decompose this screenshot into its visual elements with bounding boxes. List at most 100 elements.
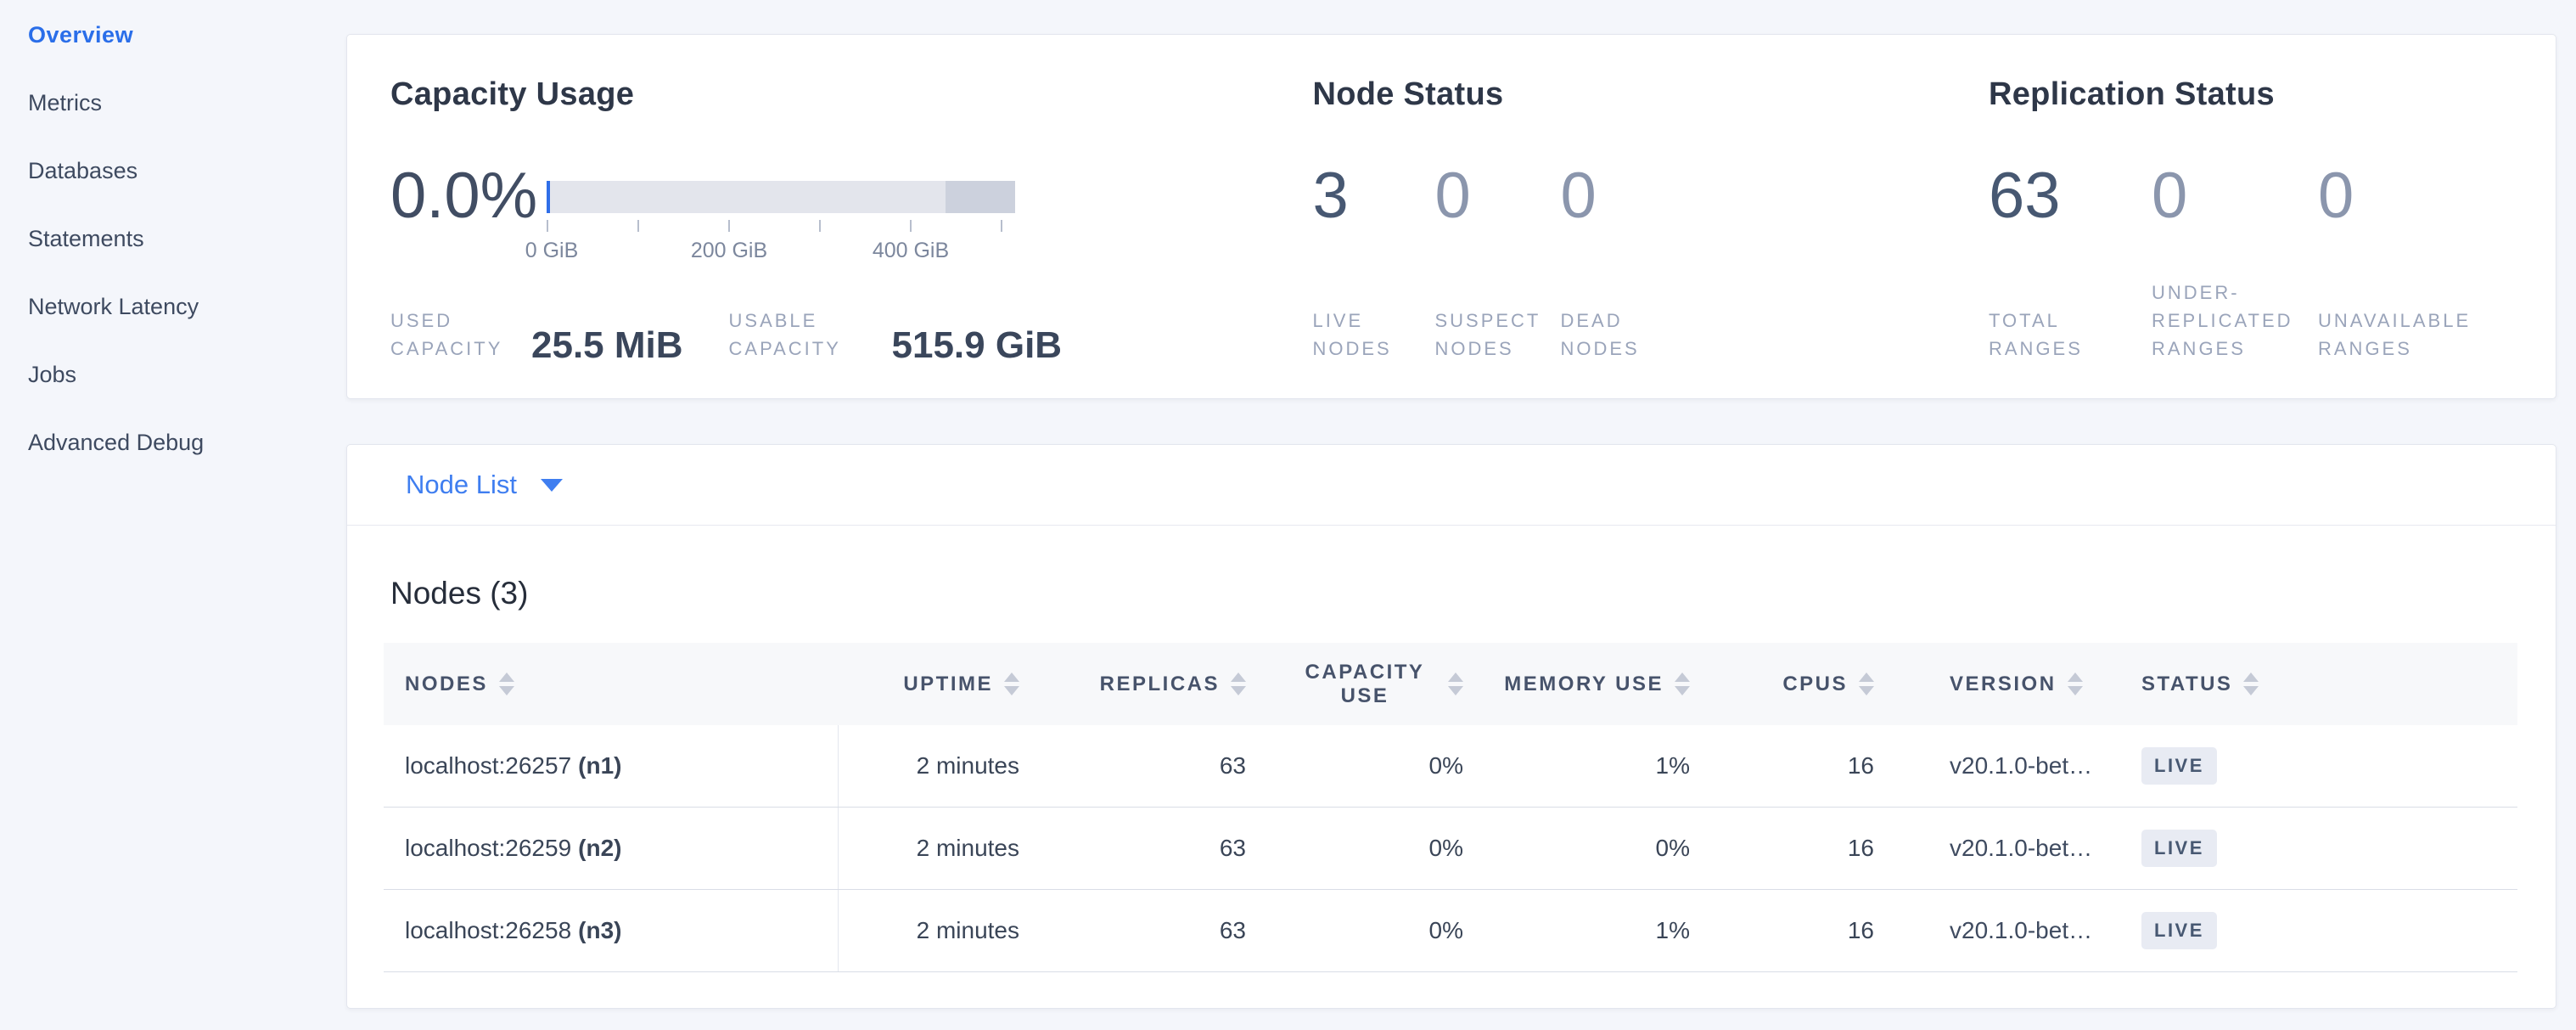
stat-value: 3 [1312,166,1434,227]
column-header-memory-use[interactable]: MEMORY USE [1463,643,1690,725]
stat-label: UNDER-REPLICATED RANGES [2152,279,2318,363]
table-row: localhost:26257 (n1) 2 minutes 63 0% 1% … [384,725,2517,808]
column-label: REPLICAS [1100,673,1220,696]
sidebar-nav: Overview Metrics Databases Statements Ne… [0,0,340,1030]
dead-nodes-stat: 0 DEAD NODES [1560,166,1696,363]
replicas-cell: 63 [1019,725,1246,807]
stat-label: DEAD NODES [1560,307,1696,363]
node-address: localhost:26258 [405,917,571,944]
cpus-cell: 16 [1690,808,1874,889]
nodes-heading: Nodes (3) [390,575,2517,612]
capacity-percent-value: 0.0% [390,166,547,227]
node-id: (n1) [578,752,621,780]
node-list-card: Node List Nodes (3) NODES UPTIME [346,444,2556,1009]
capacity-bar-chart: 0 GiB 200 GiB 400 GiB [547,181,1015,264]
node-address-cell[interactable]: localhost:26258 (n3) [384,890,839,971]
node-status-section: Node Status 3 LIVE NODES 0 SUSPECT NODES… [1312,74,1989,398]
usable-capacity-label: USABLE CAPACITY [729,307,880,363]
capacity-bar-track [547,181,1015,213]
stat-label: LIVE NODES [1312,307,1434,363]
version-cell: v20.1.0-bet… [1874,808,2078,889]
usable-capacity-value: 515.9 GiB [892,329,1063,363]
used-capacity-label: USED CAPACITY [390,307,519,363]
nodes-table: NODES UPTIME REPLICAS CAPACITY USE [384,643,2517,972]
status-badge: LIVE [2141,912,2217,949]
stat-value: 0 [2152,166,2318,227]
axis-tick [637,220,639,232]
column-header-uptime[interactable]: UPTIME [839,643,1019,725]
axis-tick-label: 400 GiB [873,239,949,263]
sidebar-item-statements[interactable]: Statements [28,228,340,250]
total-ranges-stat: 63 TOTAL RANGES [1989,166,2152,363]
capacity-usage-section: Capacity Usage 0.0% [390,74,1312,398]
column-label: NODES [405,673,488,696]
column-label: MEMORY USE [1504,673,1664,696]
sidebar-item-advanced-debug[interactable]: Advanced Debug [28,431,340,454]
used-capacity-value: 25.5 MiB [531,329,683,363]
cpus-cell: 16 [1690,725,1874,807]
column-header-cpus[interactable]: CPUS [1690,643,1874,725]
version-cell: v20.1.0-bet… [1874,725,2078,807]
status-cell: LIVE [2078,725,2517,807]
sidebar-item-metrics[interactable]: Metrics [28,92,340,115]
status-badge: LIVE [2141,830,2217,867]
capacity-usage-title: Capacity Usage [390,74,1312,115]
unavailable-ranges-stat: 0 UNAVAILABLE RANGES [2318,166,2513,363]
axis-tick-label: 0 GiB [525,239,579,263]
stat-value: 0 [1560,166,1696,227]
capacity-use-cell: 0% [1246,725,1463,807]
column-header-version[interactable]: VERSION [1874,643,2078,725]
capacity-bar-used-segment [547,181,550,213]
stat-label: SUSPECT NODES [1434,307,1560,363]
capacity-bar-other-segment [946,181,1015,213]
suspect-nodes-stat: 0 SUSPECT NODES [1434,166,1560,363]
node-list-header: Node List [347,445,2556,526]
status-cell: LIVE [2078,808,2517,889]
cluster-summary-card: Capacity Usage 0.0% [346,34,2556,399]
axis-tick [1001,220,1002,232]
live-nodes-stat: 3 LIVE NODES [1312,166,1434,363]
table-row: localhost:26259 (n2) 2 minutes 63 0% 0% … [384,808,2517,890]
sidebar-item-network-latency[interactable]: Network Latency [28,295,340,318]
axis-tick [728,220,730,232]
axis-tick-label: 200 GiB [691,239,767,263]
sidebar-item-databases[interactable]: Databases [28,160,340,183]
sidebar-item-jobs[interactable]: Jobs [28,363,340,386]
replication-status-title: Replication Status [1989,74,2513,115]
memory-use-cell: 1% [1463,725,1690,807]
column-header-capacity-use[interactable]: CAPACITY USE [1246,643,1463,725]
node-address: localhost:26257 [405,752,571,780]
sort-icon [1859,673,1874,695]
status-cell: LIVE [2078,890,2517,971]
sidebar-item-overview[interactable]: Overview [28,24,340,47]
status-badge: LIVE [2141,747,2217,785]
replication-status-section: Replication Status 63 TOTAL RANGES 0 UND… [1989,74,2513,398]
stat-label: TOTAL RANGES [1989,307,2152,363]
column-label: VERSION [1950,673,2057,696]
column-label: UPTIME [903,673,993,696]
stat-value: 0 [1434,166,1560,227]
node-address-cell[interactable]: localhost:26259 (n2) [384,808,839,889]
node-list-dropdown[interactable]: Node List [406,470,563,500]
sort-icon [499,673,514,695]
column-label: CAPACITY USE [1293,661,1437,708]
sort-icon [1004,673,1019,695]
axis-tick [910,220,912,232]
sort-icon [2243,673,2259,695]
column-label: CPUS [1782,673,1848,696]
capacity-use-cell: 0% [1246,890,1463,971]
node-address: localhost:26259 [405,835,571,862]
column-header-status[interactable]: STATUS [2078,643,2517,725]
uptime-cell: 2 minutes [839,725,1019,807]
capacity-use-cell: 0% [1246,808,1463,889]
sort-icon [1231,673,1246,695]
memory-use-cell: 1% [1463,890,1690,971]
column-header-replicas[interactable]: REPLICAS [1019,643,1246,725]
uptime-cell: 2 minutes [839,808,1019,889]
caret-down-icon [541,479,563,492]
column-header-nodes[interactable]: NODES [384,643,839,725]
under-replicated-ranges-stat: 0 UNDER-REPLICATED RANGES [2152,166,2318,363]
cpus-cell: 16 [1690,890,1874,971]
node-address-cell[interactable]: localhost:26257 (n1) [384,725,839,807]
node-id: (n3) [578,917,621,944]
